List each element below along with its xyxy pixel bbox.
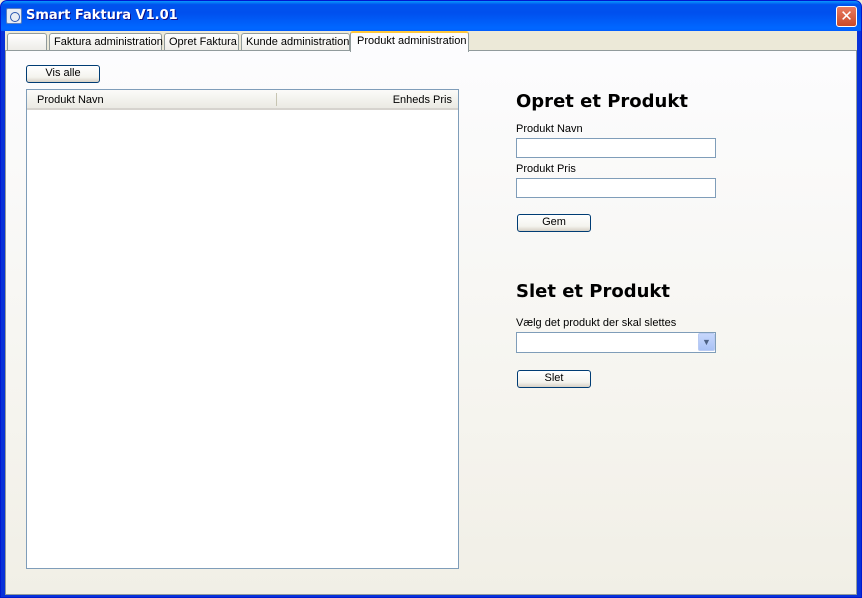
delete-product-select[interactable]: ▼: [516, 332, 716, 353]
tab-strip: Faktura administration Opret Faktura Kun…: [5, 31, 857, 52]
tab-opret-faktura[interactable]: Opret Faktura: [164, 33, 239, 51]
delete-product-heading: Slet et Produkt: [516, 281, 671, 302]
client-area: Faktura administration Opret Faktura Kun…: [5, 31, 857, 595]
create-product-heading: Opret et Produkt: [516, 91, 688, 112]
app-window: Smart Faktura V1.01 ✕ Faktura administra…: [0, 0, 862, 598]
close-button[interactable]: ✕: [836, 6, 857, 27]
product-name-label: Produkt Navn: [516, 123, 583, 135]
column-header-unit-price[interactable]: Enheds Pris: [393, 94, 452, 106]
column-header-product-name[interactable]: Produkt Navn: [37, 94, 104, 106]
app-icon[interactable]: [6, 8, 22, 24]
tab-produkt-administration[interactable]: Produkt administration: [350, 31, 469, 52]
tab-kunde-administration[interactable]: Kunde administration: [241, 33, 350, 51]
show-all-button[interactable]: Vis alle: [26, 65, 100, 83]
window-title: Smart Faktura V1.01: [26, 8, 178, 23]
list-header: Produkt Navn Enheds Pris: [27, 90, 458, 110]
product-list[interactable]: Produkt Navn Enheds Pris: [26, 89, 459, 569]
column-divider[interactable]: [276, 93, 277, 106]
chevron-down-icon[interactable]: ▼: [698, 333, 715, 351]
tab-panel-produkt-administration: Vis alle Produkt Navn Enheds Pris Opret …: [5, 50, 857, 595]
product-name-input[interactable]: [516, 138, 716, 158]
tab-faktura-administration[interactable]: Faktura administration: [49, 33, 163, 51]
delete-select-label: Vælg det produkt der skal slettes: [516, 317, 677, 329]
tab-blank[interactable]: [7, 33, 47, 51]
title-bar[interactable]: Smart Faktura V1.01 ✕: [1, 1, 861, 31]
product-price-input[interactable]: [516, 178, 716, 198]
save-button[interactable]: Gem: [517, 214, 591, 232]
product-price-label: Produkt Pris: [516, 163, 576, 175]
delete-button[interactable]: Slet: [517, 370, 591, 388]
